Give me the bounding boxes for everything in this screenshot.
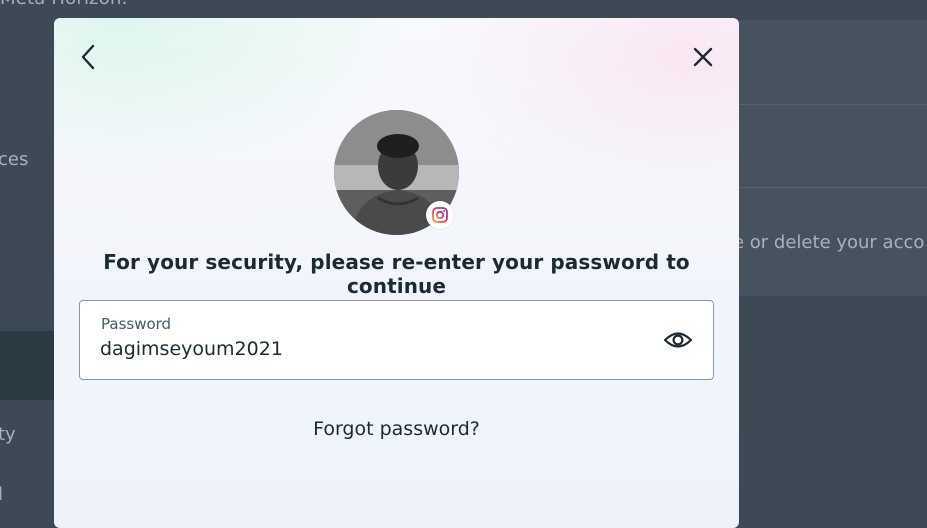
background-nav-text: ces bbox=[0, 149, 29, 170]
instagram-badge bbox=[426, 201, 454, 229]
back-button[interactable] bbox=[72, 40, 106, 74]
background-panel-text: e or delete your acco bbox=[733, 232, 925, 253]
eye-icon bbox=[663, 332, 693, 348]
background-divider bbox=[739, 187, 927, 188]
forgot-password-link[interactable]: Forgot password? bbox=[54, 418, 739, 440]
chevron-left-icon bbox=[81, 44, 95, 70]
close-button[interactable] bbox=[686, 40, 720, 74]
close-icon bbox=[693, 47, 713, 67]
reauth-dialog: For your security, please re-enter your … bbox=[54, 18, 739, 528]
password-input[interactable] bbox=[100, 338, 640, 360]
background-nav-text: l bbox=[0, 484, 4, 505]
show-password-toggle[interactable] bbox=[663, 326, 693, 354]
instagram-icon bbox=[432, 207, 448, 223]
background-nav-text: ty bbox=[0, 424, 16, 445]
background-nav-active-item bbox=[0, 331, 54, 400]
background-settings-panel bbox=[739, 20, 927, 296]
profile-avatar bbox=[334, 110, 459, 235]
password-field[interactable]: Password bbox=[79, 300, 714, 380]
password-label: Password bbox=[101, 315, 172, 333]
reauth-heading: For your security, please re-enter your … bbox=[103, 250, 690, 298]
background-top-text: Meta Horizon. bbox=[0, 0, 128, 9]
background-divider bbox=[739, 104, 927, 105]
